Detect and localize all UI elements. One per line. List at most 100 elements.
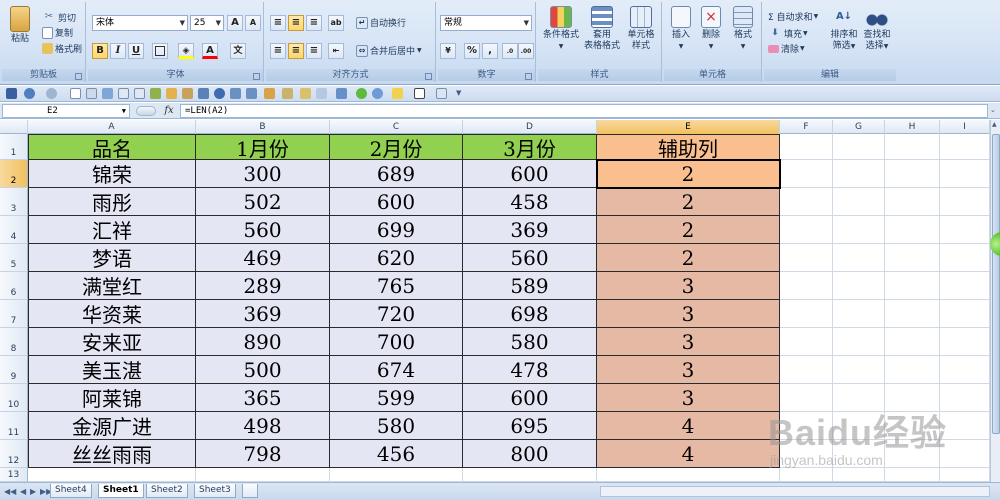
column-header-f[interactable]: F: [780, 120, 833, 134]
empty-cell-h2[interactable]: [885, 160, 940, 188]
cell-e5[interactable]: 2: [597, 244, 780, 272]
column-header-g[interactable]: G: [833, 120, 885, 134]
empty-cell-g1[interactable]: [833, 134, 885, 160]
decrease-decimal-button[interactable]: .00: [518, 43, 534, 59]
font-color-button[interactable]: A: [202, 43, 218, 59]
cut-button[interactable]: ✂ 剪切: [42, 10, 76, 24]
column-header-a[interactable]: A: [28, 120, 196, 134]
spreadsheet-grid[interactable]: ABCDEFGHI 1 2 3 4 5 6 7 8 9 10 11 12 13 品名 1月份 2月份 3月份辅…: [0, 120, 990, 482]
empty-cell-f5[interactable]: [780, 244, 833, 272]
cell-c2[interactable]: 689: [330, 160, 463, 188]
cell-d5[interactable]: 560: [463, 244, 597, 272]
conditional-format-button[interactable]: 条件格式 ▼: [540, 6, 582, 52]
delete-cells-button[interactable]: × 删除 ▼: [696, 6, 726, 52]
empty-cell-h10[interactable]: [885, 384, 940, 412]
sheet-tab-sheet4[interactable]: Sheet4: [50, 484, 92, 498]
cell-d2[interactable]: 600: [463, 160, 597, 188]
row-header-6[interactable]: 6: [0, 272, 28, 300]
row-header-7[interactable]: 7: [0, 300, 28, 328]
row-header-10[interactable]: 10: [0, 384, 28, 412]
empty-cell-i13[interactable]: [940, 468, 990, 482]
row-header-5[interactable]: 5: [0, 244, 28, 272]
next-sheet-icon[interactable]: ▶: [30, 487, 36, 496]
insert-cells-button[interactable]: 插入 ▼: [666, 6, 696, 52]
sort-ascending-icon[interactable]: [230, 88, 241, 99]
undo-icon[interactable]: [24, 88, 35, 99]
bold-button[interactable]: B: [92, 43, 108, 59]
cell-b8[interactable]: 890: [196, 328, 330, 356]
empty-cell-h11[interactable]: [885, 412, 940, 440]
empty-cell-g6[interactable]: [833, 272, 885, 300]
spelling-icon[interactable]: [102, 88, 113, 99]
cell-b5[interactable]: 469: [196, 244, 330, 272]
empty-cell-f4[interactable]: [780, 216, 833, 244]
cell-b6[interactable]: 289: [196, 272, 330, 300]
cell-e6[interactable]: 3: [597, 272, 780, 300]
align-right-button[interactable]: ≡: [306, 43, 322, 59]
sheet-tab-sheet1[interactable]: Sheet1: [98, 484, 144, 498]
insert-function-icon[interactable]: [316, 88, 327, 99]
find-select-button[interactable]: 查找和 选择▼: [860, 6, 894, 52]
currency-button[interactable]: ¥: [440, 43, 456, 59]
empty-cell-g10[interactable]: [833, 384, 885, 412]
empty-cell-g8[interactable]: [833, 328, 885, 356]
empty-cell-h12[interactable]: [885, 440, 940, 468]
header-cell-e1[interactable]: 辅助列: [597, 134, 780, 160]
empty-cell-f12[interactable]: [780, 440, 833, 468]
column-header-i[interactable]: I: [940, 120, 990, 134]
empty-cell-i5[interactable]: [940, 244, 990, 272]
empty-cell-h4[interactable]: [885, 216, 940, 244]
comma-button[interactable]: ,: [482, 43, 498, 59]
column-header-c[interactable]: C: [330, 120, 463, 134]
cell-e12[interactable]: 4: [597, 440, 780, 468]
cell-a11[interactable]: 金源广进: [28, 412, 196, 440]
header-cell-a1[interactable]: 品名: [28, 134, 196, 160]
vertical-scroll-thumb[interactable]: [992, 134, 1000, 434]
sheet-tab-sheet3[interactable]: Sheet3: [194, 484, 236, 498]
cell-c5[interactable]: 620: [330, 244, 463, 272]
cell-a4[interactable]: 汇祥: [28, 216, 196, 244]
prev-sheet-icon[interactable]: ◀: [20, 487, 26, 496]
cell-b7[interactable]: 369: [196, 300, 330, 328]
empty-cell-i3[interactable]: [940, 188, 990, 216]
insert-sheet-icon[interactable]: [242, 484, 258, 498]
shrink-font-button[interactable]: A: [245, 15, 261, 31]
increase-decimal-button[interactable]: .0: [502, 43, 518, 59]
align-left-button[interactable]: ≡: [270, 43, 286, 59]
cell-c4[interactable]: 699: [330, 216, 463, 244]
empty-cell-f10[interactable]: [780, 384, 833, 412]
sort-filter-button[interactable]: A↓ 排序和 筛选▼: [828, 6, 860, 52]
number-launcher[interactable]: [525, 73, 532, 80]
empty-cell-i11[interactable]: [940, 412, 990, 440]
row-header-13[interactable]: 13: [0, 468, 28, 482]
cell-c3[interactable]: 600: [330, 188, 463, 216]
empty-cell-h1[interactable]: [885, 134, 940, 160]
expand-formula-icon[interactable]: ⌄: [990, 106, 996, 114]
phonetic-button[interactable]: 文: [230, 43, 246, 59]
empty-cell-g2[interactable]: [833, 160, 885, 188]
cell-b4[interactable]: 560: [196, 216, 330, 244]
table-icon[interactable]: [118, 88, 129, 99]
formula-input[interactable]: =LEN(A2): [180, 104, 988, 118]
empty-cell-g3[interactable]: [833, 188, 885, 216]
chart-icon[interactable]: [150, 88, 161, 99]
empty-cell-i6[interactable]: [940, 272, 990, 300]
empty-cell-h5[interactable]: [885, 244, 940, 272]
merge-icon[interactable]: [300, 88, 311, 99]
align-center-button[interactable]: ≡: [288, 43, 304, 59]
merge-center-button[interactable]: ⇔ 合并后居中 ▼: [356, 44, 422, 57]
picture-icon[interactable]: [166, 88, 177, 99]
cell-styles-button[interactable]: 单元格 样式: [622, 6, 660, 52]
cell-c12[interactable]: 456: [330, 440, 463, 468]
empty-cell-h8[interactable]: [885, 328, 940, 356]
insert-function-icon[interactable]: fx: [160, 104, 178, 118]
empty-cell-i10[interactable]: [940, 384, 990, 412]
sheet-tab-sheet2[interactable]: Sheet2: [146, 484, 188, 498]
cell-b9[interactable]: 500: [196, 356, 330, 384]
empty-cell-g5[interactable]: [833, 244, 885, 272]
empty-cell-i8[interactable]: [940, 328, 990, 356]
name-box[interactable]: E2 ▼: [2, 104, 130, 118]
copy-button[interactable]: 复制: [42, 26, 73, 39]
cell-b12[interactable]: 798: [196, 440, 330, 468]
format-cells-button[interactable]: 格式 ▼: [726, 6, 760, 52]
